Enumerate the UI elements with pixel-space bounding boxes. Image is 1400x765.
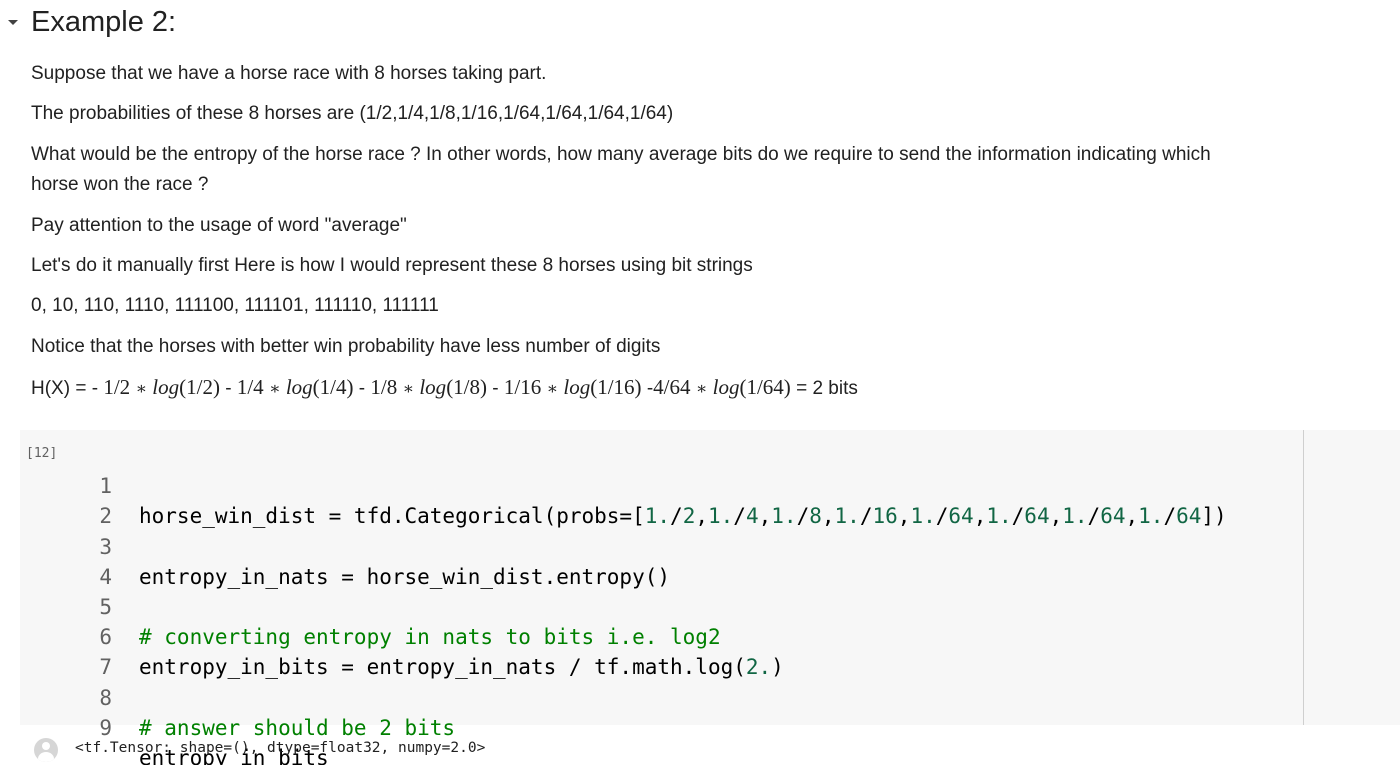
code-line: 8 # answer should be 2 bits [20, 652, 455, 740]
formula-log: log [419, 375, 447, 399]
cell-output: <tf.Tensor: shape=(), dtype=float32, num… [75, 740, 486, 756]
formula-minus: - [487, 378, 504, 399]
paragraph-manual: Let's do it manually first Here is how I… [31, 255, 753, 276]
formula-minus: - [353, 378, 371, 399]
formula-operator: ∗ [268, 379, 281, 399]
code-comment: # converting entropy in nats to bits i.e… [139, 625, 721, 650]
section-header: Example 2: [0, 4, 176, 40]
formula-log: log [285, 375, 313, 399]
formula-coef: 4/64 [653, 375, 691, 399]
formula-arg: (1/2) [179, 375, 220, 399]
avatar-body [38, 752, 54, 762]
paragraph-probabilities: The probabilities of these 8 horses are … [31, 103, 674, 124]
code-line: 3 entropy_in_nats = horse_win_dist.entro… [20, 501, 670, 589]
formula-lhs: H(X) = - [31, 378, 104, 399]
code-line: 7 [20, 622, 112, 679]
paragraph-question: What would be the entropy of the horse r… [31, 144, 1211, 195]
code-line-text: horse_win_dist = tfd.Categorical(probs=[… [139, 504, 1227, 529]
formula-arg: (1/16) [590, 375, 642, 399]
code-line: 2 [20, 471, 112, 528]
section-title: Example 2: [31, 5, 177, 38]
formula-log: log [712, 375, 740, 399]
paragraph-bit-strings: 0, 10, 110, 1110, 111100, 111101, 111110… [31, 295, 439, 316]
code-line-text: entropy_in_bits = entropy_in_nats / tf.m… [139, 655, 784, 680]
entropy-formula: H(X) = - 1/2 ∗ log(1/2) - 1/4 ∗ log(1/4)… [31, 372, 858, 404]
formula-coef: 1/2 [103, 375, 131, 399]
formula-arg: (1/8) [446, 375, 488, 399]
formula-arg: (1/4) [312, 375, 354, 399]
paragraph-attention: Pay attention to the usage of word "aver… [31, 215, 407, 236]
formula-coef: 1/8 [370, 375, 398, 399]
formula-coef: 1/4 [236, 375, 264, 399]
formula-operator: ∗ [402, 379, 415, 399]
formula-coef: 1/16 [503, 375, 542, 399]
formula-minus: - [219, 378, 237, 399]
formula-minus: - [641, 378, 654, 399]
code-line: 1 horse_win_dist = tfd.Categorical(probs… [20, 441, 1226, 528]
formula-log: log [563, 375, 591, 399]
code-line: 5 # converting entropy in nats to bits i… [20, 562, 720, 649]
paragraph-notice: Notice that the horses with better win p… [31, 336, 661, 357]
code-line: 4 [20, 532, 112, 589]
collapse-caret-icon[interactable] [0, 4, 26, 40]
formula-result: = 2 bits [790, 378, 858, 399]
code-line-text: entropy_in_nats = horse_win_dist.entropy… [139, 564, 671, 589]
avatar-head [42, 742, 50, 750]
code-line: 9 entropy_in_bits [20, 683, 328, 765]
code-line: 6 entropy_in_bits = entropy_in_nats / tf… [20, 592, 783, 679]
output-avatar-icon[interactable] [34, 738, 58, 762]
paragraph-race-intro: Suppose that we have a horse race with 8… [31, 63, 547, 84]
formula-operator: ∗ [135, 379, 147, 399]
code-cell[interactable]: [12] 1 horse_win_dist = tfd.Categorical(… [20, 430, 1400, 765]
formula-operator: ∗ [546, 379, 559, 399]
formula-arg: (1/64) [739, 375, 791, 399]
ruler-line [1303, 430, 1304, 725]
code-editor[interactable]: 1 horse_win_dist = tfd.Categorical(probs… [20, 441, 1226, 765]
formula-operator: ∗ [695, 379, 708, 399]
formula-log: log [152, 375, 180, 399]
